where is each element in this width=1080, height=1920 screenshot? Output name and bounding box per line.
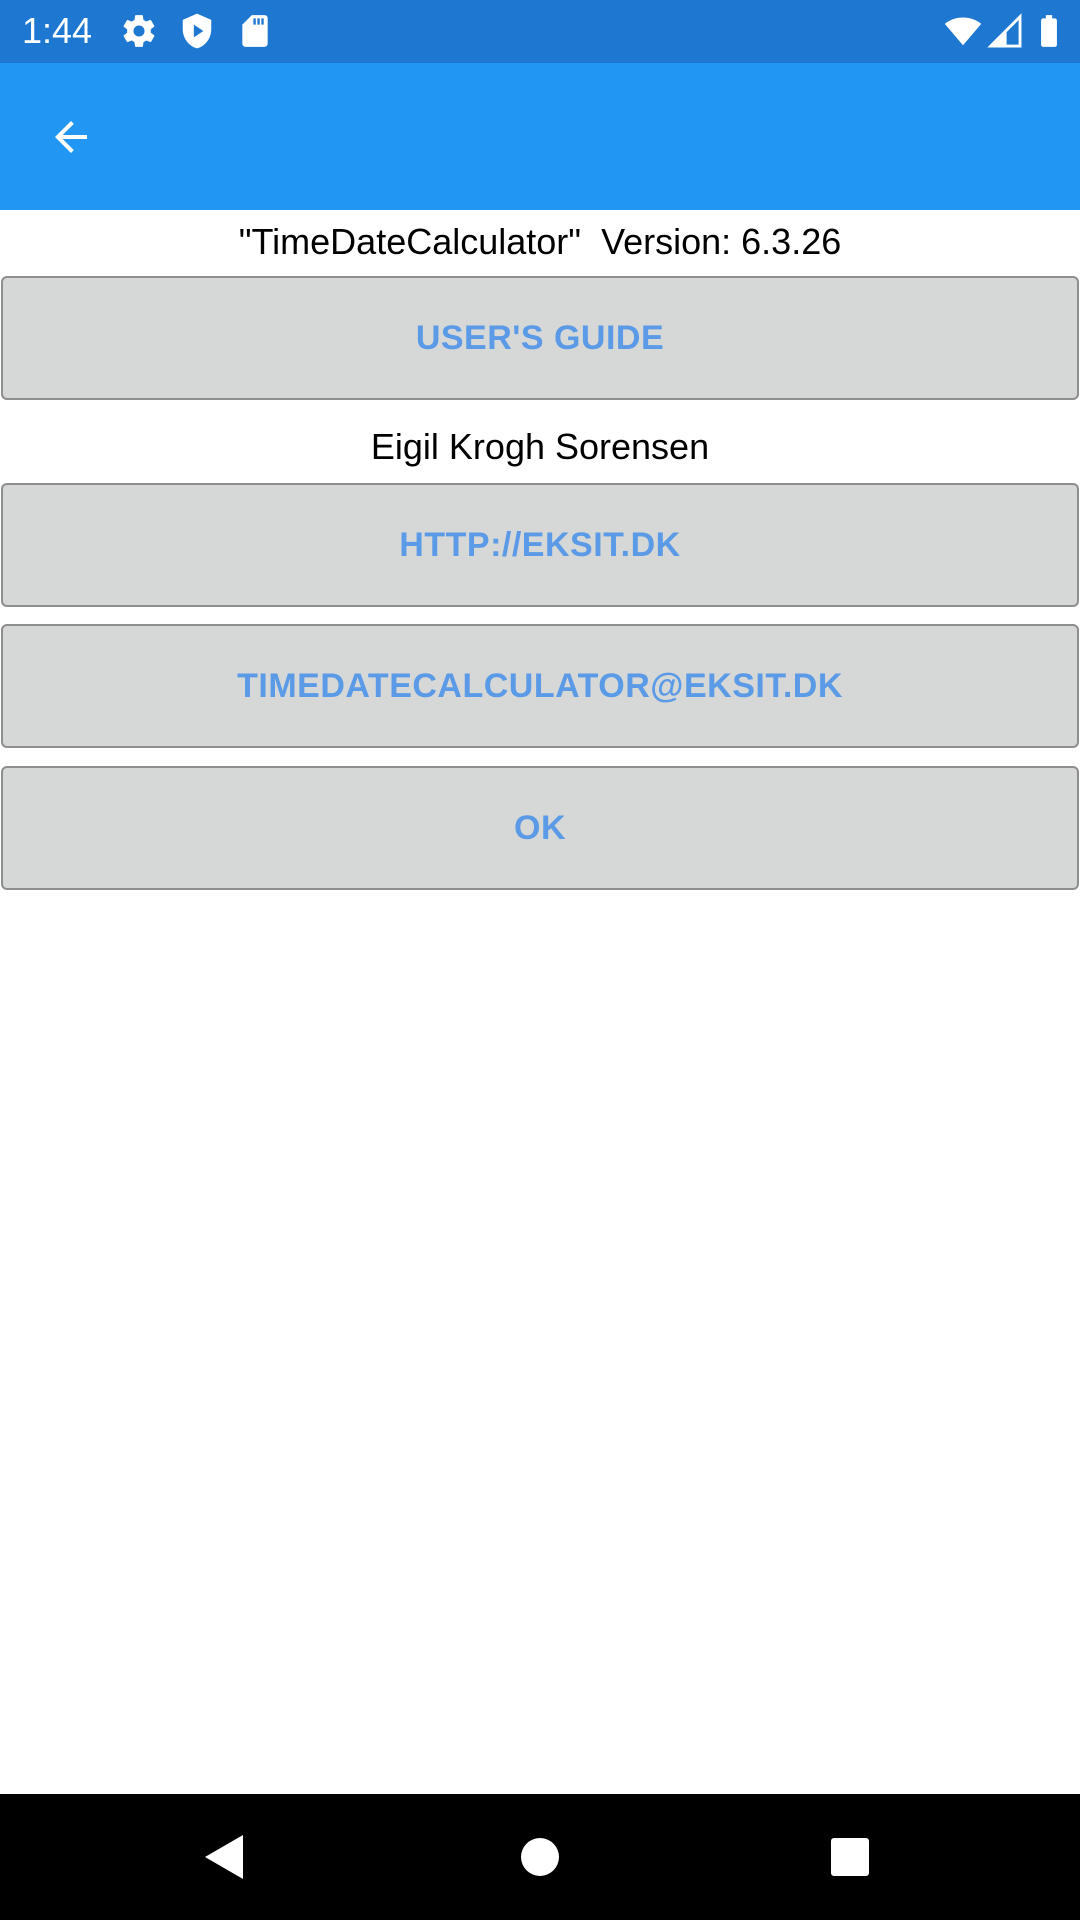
- navigation-bar: [0, 1794, 1080, 1920]
- version-text: "TimeDateCalculator" Version: 6.3.26: [238, 221, 842, 262]
- author-name: Eigil Krogh Sorensen: [370, 426, 710, 467]
- back-triangle-icon: [203, 1833, 247, 1881]
- status-bar: 1:44: [0, 0, 1080, 63]
- website-button[interactable]: HTTP://EKSIT.DK: [1, 483, 1079, 607]
- ok-button[interactable]: OK: [1, 766, 1079, 890]
- battery-icon: [1030, 12, 1068, 50]
- nav-recents-button[interactable]: [815, 1822, 885, 1892]
- sd-card-icon: [236, 12, 274, 50]
- arrow-left-icon: [47, 113, 95, 161]
- gear-icon: [120, 12, 158, 50]
- shield-play-icon: [178, 12, 216, 50]
- nav-back-button[interactable]: [190, 1822, 260, 1892]
- home-circle-icon: [519, 1836, 561, 1878]
- nav-home-button[interactable]: [505, 1822, 575, 1892]
- recents-square-icon: [830, 1837, 870, 1877]
- users-guide-button[interactable]: USER'S GUIDE: [1, 276, 1079, 400]
- app-bar: [0, 63, 1080, 210]
- cell-signal-icon: [986, 12, 1024, 50]
- status-time: 1:44: [22, 10, 93, 51]
- email-button[interactable]: TIMEDATECALCULATOR@EKSIT.DK: [1, 624, 1079, 748]
- wifi-icon: [944, 12, 982, 50]
- back-button[interactable]: [28, 103, 114, 171]
